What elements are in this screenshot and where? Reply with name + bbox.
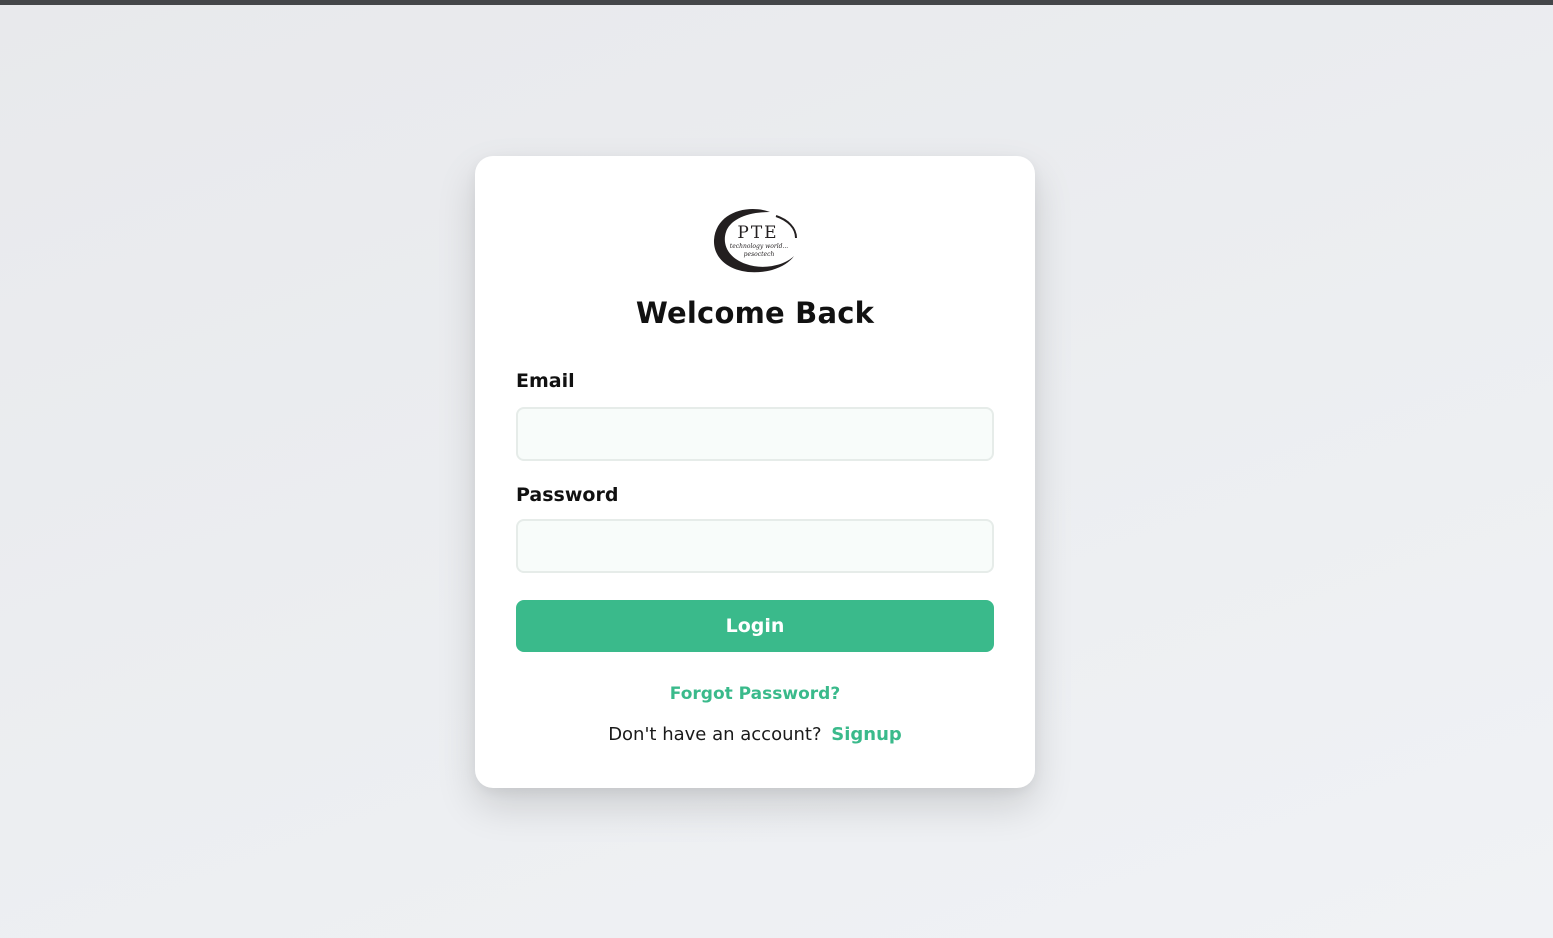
forgot-password-link[interactable]: Forgot Password? [475,684,1035,704]
signup-link[interactable]: Signup [831,724,902,745]
logo-text: PTE [737,223,778,243]
password-field[interactable] [516,519,994,573]
login-button[interactable]: Login [516,600,994,652]
logo-sub: pesoctech [744,251,775,258]
login-card: PTE technology world... pesoctech Welcom… [475,156,1035,788]
signup-prompt: Don't have an account? [608,724,822,745]
signup-row: Don't have an account? Signup [475,724,1035,745]
password-label: Password [516,484,619,506]
logo-tagline: technology world... [730,243,789,250]
pte-logo-icon: PTE technology world... pesoctech [710,206,800,278]
page-title: Welcome Back [635,296,875,330]
email-field[interactable] [516,407,994,461]
email-label: Email [516,370,575,392]
top-window-strip [0,0,1553,5]
